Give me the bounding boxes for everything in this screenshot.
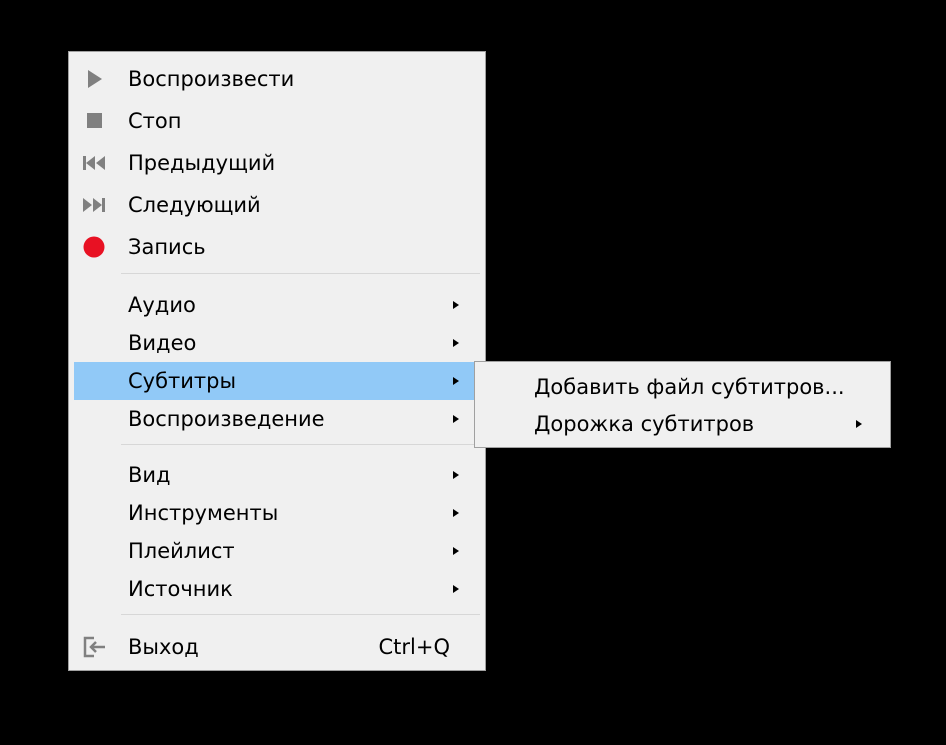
menu-item-label: Добавить файл субтитров... [534, 375, 845, 399]
menu-item-exit[interactable]: Выход Ctrl+Q [74, 628, 480, 666]
menu-item-label: Вид [128, 463, 171, 487]
stop-icon [82, 110, 106, 132]
menu-item-label: Источник [128, 577, 233, 601]
menu-separator [121, 444, 480, 445]
menu-item-label: Предыдущий [128, 151, 276, 175]
next-icon [82, 194, 106, 216]
submenu-arrow-icon [453, 339, 459, 347]
menu-separator [121, 273, 480, 274]
menu-item-source[interactable]: Источник [74, 570, 480, 608]
submenu-arrow-icon [453, 585, 459, 593]
menu-item-label: Аудио [128, 293, 196, 317]
submenu-arrow-icon [453, 301, 459, 309]
menu-item-label: Воспроизвести [128, 67, 295, 91]
play-icon [82, 68, 106, 90]
submenu-item-add-subtitle-file[interactable]: Добавить файл субтитров... [480, 369, 885, 406]
menu-item-next[interactable]: Следующий [74, 186, 480, 224]
menu-item-label: Видео [128, 331, 197, 355]
menu-item-label: Выход [128, 635, 199, 659]
menu-item-subtitles[interactable]: Субтитры [74, 362, 480, 400]
menu-item-tools[interactable]: Инструменты [74, 494, 480, 532]
menu-item-playlist[interactable]: Плейлист [74, 532, 480, 570]
menu-item-label: Следующий [128, 193, 261, 217]
submenu-arrow-icon [856, 420, 862, 428]
menu-item-label: Дорожка субтитров [534, 412, 755, 436]
menu-item-label: Стоп [128, 109, 182, 133]
submenu-arrow-icon [453, 547, 459, 555]
menu-item-label: Субтитры [128, 369, 237, 393]
menu-item-label: Запись [128, 235, 206, 259]
submenu-arrow-icon [453, 471, 459, 479]
exit-icon [82, 636, 106, 658]
submenu-item-subtitle-track[interactable]: Дорожка субтитров [480, 406, 885, 443]
menu-item-audio[interactable]: Аудио [74, 286, 480, 324]
menu-item-playback[interactable]: Воспроизведение [74, 400, 480, 438]
menu-item-label: Инструменты [128, 501, 279, 525]
menu-item-record[interactable]: Запись [74, 228, 480, 266]
previous-icon [82, 152, 106, 174]
submenu-arrow-icon [453, 377, 459, 385]
menu-item-video[interactable]: Видео [74, 324, 480, 362]
menu-item-play[interactable]: Воспроизвести [74, 60, 480, 98]
menu-separator [121, 614, 480, 615]
menu-item-previous[interactable]: Предыдущий [74, 144, 480, 182]
menu-item-label: Воспроизведение [128, 407, 325, 431]
submenu-arrow-icon [453, 509, 459, 517]
context-menu: Воспроизвести Стоп Предыдущий Следующий [68, 51, 486, 671]
menu-item-stop[interactable]: Стоп [74, 102, 480, 140]
shortcut-label: Ctrl+Q [378, 635, 451, 659]
record-icon [82, 236, 106, 258]
menu-item-view[interactable]: Вид [74, 456, 480, 494]
menu-item-label: Плейлист [128, 539, 235, 563]
submenu-arrow-icon [453, 415, 459, 423]
subtitles-submenu: Добавить файл субтитров... Дорожка субти… [474, 361, 891, 448]
